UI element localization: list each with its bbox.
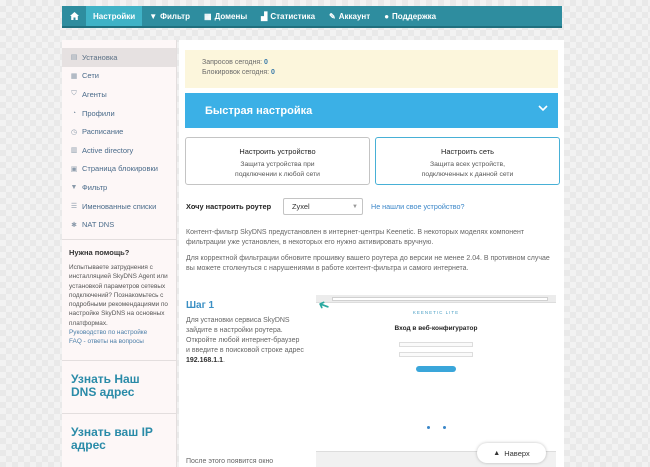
network-icon: ▦ [70,72,78,80]
sidebar-item-filter[interactable]: ▼ Фильтр [62,178,176,197]
sidebar-divider [62,412,176,414]
sidebar-item-block-page[interactable]: ▣ Страница блокировки [62,160,176,179]
user-icon: ● [384,11,390,21]
nav-item-account[interactable]: ✎ Аккаунт [322,6,377,26]
login-button [416,366,456,372]
requests-today: Запросов сегодня: 0 [202,59,268,66]
chevron-down-icon [538,104,548,115]
login-field [399,342,473,347]
scroll-top-button[interactable]: ▲ Наверх [477,443,546,463]
wrench-icon: ✎ [329,11,336,21]
home-icon[interactable] [62,6,86,26]
blocks-today: Блокировок сегодня: 0 [202,69,275,76]
profile-icon: ◔ [71,109,77,117]
nat-icon: ✱ [71,221,77,229]
browser-bar [316,295,556,303]
step-title: Шаг 1 [186,300,215,311]
stats-box: Запросов сегодня: 0 Блокировок сегодня: … [185,50,558,88]
list-icon: ☰ [70,203,78,211]
setup-network-option[interactable]: Настроить сеть Защита всех устройств, по… [375,137,560,185]
after-text: После этого появится окно [186,458,274,465]
router-select[interactable]: Zyxel ▼ [283,198,363,215]
password-field [399,352,473,357]
directory-icon: ▥ [70,147,78,155]
sidebar-item-schedule[interactable]: ◷ Расписание [62,122,176,141]
nav-item-domains[interactable]: ▦ Домены [197,6,254,26]
step-text: Для установки сервиса SkyDNS зайдите в н… [186,317,304,364]
sidebar-menu: ▤ Установка ▦ Сети ⛉ Агенты ◔ Профили ◷ Распи… [62,40,176,234]
chevron-down-icon: ▼ [352,203,358,210]
login-title: Вход в веб-конфигуратор [394,325,478,332]
router-selector-row: Хочу настроить роутер Zyxel ▼ Не нашли с… [186,198,464,215]
cta-box: Узнать Наш DNS адрес Узнать ваш IP адрес [62,359,176,452]
sidebar-item-profiles[interactable]: ◔ Профили [62,104,176,123]
domains-icon: ▦ [204,11,212,21]
router-label: Хочу настроить роутер [186,202,272,211]
sidebar-item-networks[interactable]: ▦ Сети [62,67,176,86]
carousel-dot[interactable] [443,426,446,429]
arrow-up-icon: ▲ [493,449,501,457]
firmware-paragraph: Для корректной фильтрации обновите проши… [186,255,550,272]
filter-icon: ▼ [149,11,158,21]
setup-guide-link[interactable]: Руководство по настройке [69,328,169,337]
dns-address-link[interactable]: Узнать Наш DNS адрес [71,372,167,399]
intro-paragraph: Контент-фильтр SkyDNS предустановлен в и… [186,229,525,246]
router-brand: KEENETIC LITE [412,310,460,315]
carousel-dot[interactable] [427,426,430,429]
sidebar-item-install[interactable]: ▤ Установка [62,48,176,67]
sidebar-divider [62,359,176,361]
nav-item-support[interactable]: ● Поддержка [377,6,443,26]
nav-item-statistics[interactable]: ▟ Статистика [254,6,322,26]
sidebar-item-named-lists[interactable]: ☰ Именованные списки [62,197,176,216]
quick-setup-header[interactable]: Быстрая настройка [185,93,558,128]
filter-icon: ▼ [70,183,78,191]
faq-link[interactable]: FAQ - ответы на вопросы [69,337,169,346]
ip-address-link[interactable]: Узнать ваш IP адрес [71,425,167,452]
sidebar-item-active-directory[interactable]: ▥ Active directory [62,141,176,160]
sidebar: ▤ Установка ▦ Сети ⛉ Агенты ◔ Профили ◷ Распи… [62,40,177,467]
nav-item-settings[interactable]: Настройки [86,6,143,26]
shield-icon: ⛉ [71,90,77,98]
setup-device-option[interactable]: Настроить устройство Защита устройства п… [185,137,370,185]
chart-icon: ▟ [261,11,268,21]
nav-item-filter[interactable]: ▼ Фильтр [142,6,197,26]
sidebar-item-nat-dns[interactable]: ✱ NAT DNS [62,215,176,234]
top-navigation: Настройки ▼ Фильтр ▦ Домены ▟ Статистика ✎ А… [62,6,562,28]
block-page-icon: ▣ [70,165,78,173]
help-box: Нужна помощь? Испытываете затруднения с … [62,240,176,347]
device-not-found-link[interactable]: Не нашли свое устройство? [371,202,464,211]
clock-icon: ◷ [70,128,78,136]
address-bar [332,297,548,301]
main-content: Запросов сегодня: 0 Блокировок сегодня: … [179,40,564,467]
sidebar-item-agents[interactable]: ⛉ Агенты [62,85,176,104]
help-title: Нужна помощь? [69,247,130,257]
help-text: Испытываете затруднения с инсталляцией S… [69,263,168,327]
install-icon: ▤ [70,54,78,62]
router-login-screenshot: ➜ KEENETIC LITE Вход в веб-конфигуратор [315,295,556,435]
